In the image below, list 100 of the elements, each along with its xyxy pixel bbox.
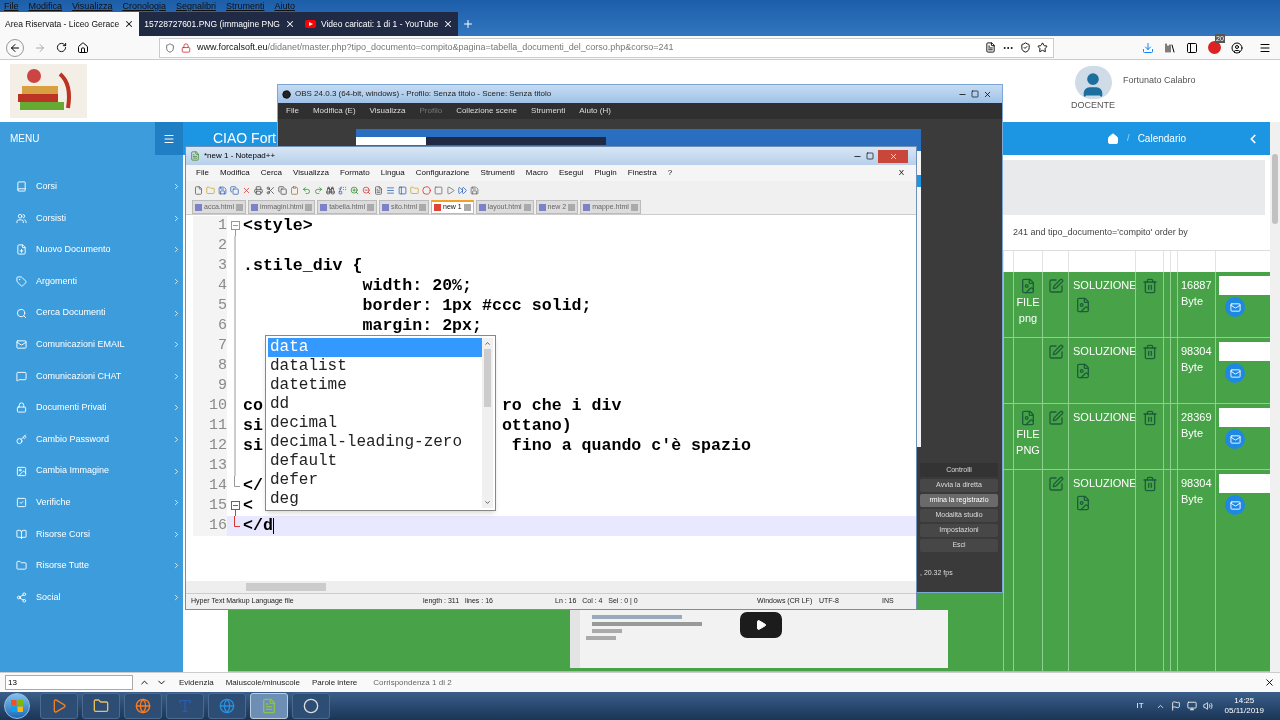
binoculars-icon[interactable] [326,185,335,195]
menu-toggle-button[interactable] [155,122,183,155]
menu-icon[interactable] [1259,41,1271,54]
save-icon[interactable] [470,185,479,195]
edit-icon[interactable] [1047,410,1064,426]
mail-button[interactable] [1225,363,1245,383]
input-field[interactable] [1219,342,1271,361]
home-icon[interactable] [77,41,89,54]
image-file-icon[interactable] [1075,494,1091,511]
undo-icon[interactable] [302,185,311,195]
suggestion-item[interactable]: default [268,452,482,471]
mail-button[interactable] [1225,297,1245,317]
copy-icon[interactable] [278,185,287,195]
trash-icon[interactable] [1141,344,1158,360]
menu-item[interactable]: Lingua [380,167,405,179]
menu-item[interactable]: Visualizza [369,105,406,117]
menu-item[interactable]: Esegui [559,167,584,179]
play-icon[interactable] [446,185,455,195]
menu-item[interactable]: File [286,105,299,117]
close-document-button[interactable]: X [898,167,904,179]
address-bar[interactable]: www.forcalsoft.eu/didanet/master.php?tipo_documento=compito&pagina=tabella_documenti_del_corso.php&corso=241 [159,37,1054,58]
document-icon[interactable] [374,185,383,195]
network-icon[interactable] [1186,701,1197,711]
close-icon[interactable] [443,19,454,29]
menu-item[interactable]: Macro [525,167,548,179]
menu-item[interactable]: Modifica (E) [312,105,356,117]
suggestion-item[interactable]: datalist [268,357,482,376]
start-button[interactable] [4,693,30,719]
maximize-icon[interactable] [971,90,979,98]
browser-tab[interactable]: Area Riservata - Liceo Gerace [0,12,140,36]
find-field[interactable]: 13 [5,675,133,690]
find-option[interactable]: Parole intere [311,676,358,689]
taskbar-button[interactable] [292,693,330,719]
menu-item[interactable]: Visualizza [293,167,329,179]
taskbar-button[interactable] [208,693,246,719]
folder-icon[interactable] [410,185,419,195]
scrollbar[interactable] [482,338,493,508]
menu-item[interactable]: Modifica [219,167,250,179]
close-file-icon[interactable] [242,185,251,195]
trash-icon[interactable] [1141,410,1158,426]
image-file-icon[interactable] [1075,362,1091,379]
menu-item[interactable]: Configurazione [415,167,470,179]
browser-tab[interactable]: 15728727601.PNG (immagine PNG [139,12,300,36]
edit-icon[interactable] [1047,344,1064,360]
mail-button[interactable] [1225,495,1245,515]
menu-item[interactable]: Finestra [627,167,657,179]
trash-icon[interactable] [1141,278,1158,294]
suggestion-item[interactable]: deg [268,490,482,509]
menu-item[interactable]: Strumenti [480,167,515,179]
download-icon[interactable] [1142,41,1154,54]
menu-item[interactable]: File [196,167,209,179]
scissors-icon[interactable] [266,185,275,195]
volume-icon[interactable] [1202,701,1213,711]
close-icon[interactable] [124,19,135,29]
replace-icon[interactable] [338,185,347,195]
scroll-down-icon[interactable] [484,499,491,506]
clock[interactable]: 14:25 05/11/2019 [1224,696,1264,716]
close-icon[interactable] [983,89,992,99]
menu-item[interactable]: Plugin [594,167,617,179]
maximize-icon[interactable] [866,152,874,160]
scroll-thumb[interactable] [484,349,491,407]
find-option[interactable]: Maiuscole/minuscole [225,676,300,689]
printer-icon[interactable] [254,185,263,195]
edit-icon[interactable] [1047,278,1064,294]
image-file-icon[interactable] [1075,296,1091,313]
close-icon[interactable] [1264,677,1275,688]
new-tab-icon[interactable] [462,18,475,30]
save-icon[interactable] [218,185,227,195]
reload-icon[interactable] [56,42,67,53]
play-button[interactable] [740,612,782,638]
input-field[interactable] [1219,408,1271,427]
input-field[interactable] [1219,276,1271,295]
library-icon[interactable] [1164,41,1176,54]
suggestion-item[interactable]: dd [268,395,482,414]
menu-item[interactable]: Strumenti [531,105,566,117]
suggestion-item[interactable]: decimal [268,414,482,433]
stop-icon[interactable] [434,185,443,195]
suggestion-item[interactable]: decimal-leading-zero [268,433,482,452]
edit-icon[interactable] [1047,476,1064,492]
close-icon[interactable] [284,19,295,29]
menu-item[interactable]: ? [667,167,673,179]
lines-icon[interactable] [386,185,395,195]
taskbar-button[interactable] [82,693,120,719]
zoom-in-icon[interactable] [350,185,359,195]
folder-icon[interactable] [206,185,215,195]
suggestion-item[interactable]: defer [268,471,482,490]
suggestion-item[interactable]: datetime [268,376,482,395]
fast-forward-icon[interactable] [458,185,467,195]
taskbar-button[interactable] [124,693,162,719]
new-file-icon[interactable] [194,185,203,195]
trash-icon[interactable] [1141,476,1158,492]
menu-item[interactable]: Formato [339,167,370,179]
menu-item[interactable]: Cerca [260,167,283,179]
scroll-up-icon[interactable] [484,340,491,347]
record-icon[interactable] [422,185,431,195]
reader-icon[interactable] [985,42,996,53]
browser-tab[interactable]: Video caricati: 1 di 1 - YouTube [299,12,459,36]
image-file-icon[interactable] [1020,278,1036,294]
menu-item[interactable]: Aiuto (H) [579,105,611,117]
taskbar-button[interactable] [40,693,78,719]
